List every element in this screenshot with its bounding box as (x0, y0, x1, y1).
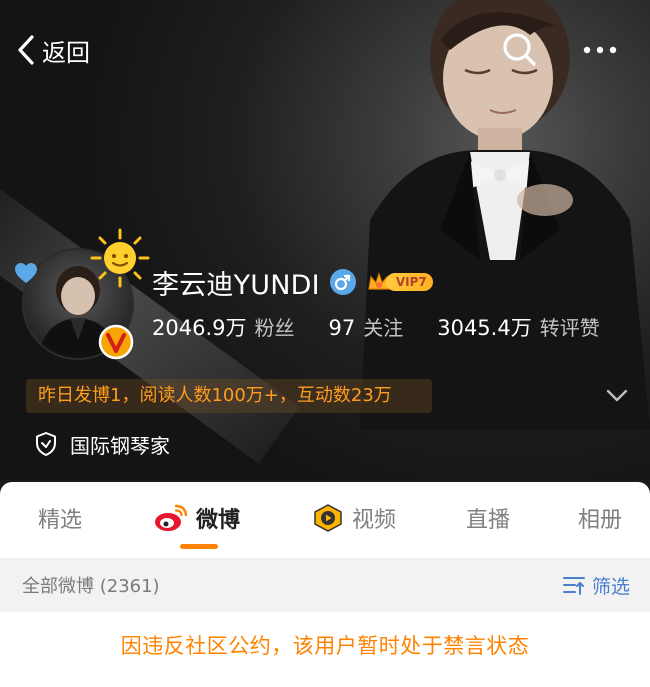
tab-video-label: 视频 (352, 508, 397, 533)
filter-icon (562, 577, 585, 595)
activity-summary: 昨日发博1，阅读人数100万+，互动数23万 (26, 379, 432, 413)
feed-count: 全部微博 (2361) (22, 576, 160, 597)
sun-badge-icon (90, 228, 150, 288)
ban-notice-panel: 因违反社区公约，该用户暂时处于禁言状态 (0, 612, 650, 687)
back-button[interactable]: 返回 (16, 28, 90, 72)
active-tab-indicator (180, 544, 218, 549)
stat-fans[interactable]: 2046.9万 粉丝 (152, 312, 294, 342)
video-play-icon (314, 504, 342, 532)
vip-level-label: VIP7 (385, 273, 433, 291)
tab-album-label: 相册 (578, 508, 623, 533)
profile-name: 李云迪YUNDI (152, 269, 320, 301)
tab-featured-label: 精选 (38, 508, 83, 533)
male-gender-icon (329, 269, 356, 295)
tab-live[interactable]: 直播 (466, 498, 510, 538)
chevron-left-icon (18, 35, 34, 65)
stat-following[interactable]: 97 关注 (328, 312, 403, 341)
filter-label: 筛选 (591, 575, 630, 598)
tab-weibo-label: 微博 (196, 508, 241, 533)
tab-featured[interactable]: 精选 (38, 498, 82, 538)
filter-button[interactable]: 筛选 (562, 570, 630, 600)
shield-check-icon (36, 432, 56, 456)
stat-interactions[interactable]: 3045.4万 转评赞 (437, 312, 599, 342)
vip-badge[interactable]: VIP7 (366, 269, 433, 295)
blue-heart-icon (15, 263, 37, 283)
verified-v-icon (98, 324, 134, 360)
certification-row: 国际钢琴家 (34, 428, 170, 460)
stat-interactions-value: 3045.4万 (437, 316, 532, 340)
back-label: 返回 (42, 38, 90, 67)
tab-weibo[interactable]: 微博 (154, 498, 240, 538)
tab-live-label: 直播 (466, 508, 511, 533)
tab-video[interactable]: 视频 (312, 498, 396, 538)
chevron-down-icon[interactable] (600, 380, 634, 410)
stat-following-value: 97 (328, 316, 356, 340)
stat-following-label: 关注 (363, 316, 404, 340)
tab-album[interactable]: 相册 (578, 498, 622, 538)
profile-stats: 2046.9万 粉丝 97 关注 3045.4万 转评赞 (152, 312, 634, 348)
top-bar: 返回 (0, 0, 650, 100)
search-icon[interactable] (500, 30, 540, 70)
feed-header: 全部微博 (2361) 筛选 (0, 558, 650, 612)
weibo-logo-icon (155, 504, 188, 531)
certification-label: 国际钢琴家 (70, 433, 170, 458)
profile-tabs: 精选 微博 视频 直播 相册 (0, 482, 650, 558)
stat-interactions-label: 转评赞 (539, 316, 600, 340)
more-dots-icon[interactable] (580, 30, 620, 70)
stat-fans-label: 粉丝 (254, 316, 295, 340)
ban-notice: 因违反社区公约，该用户暂时处于禁言状态 (120, 634, 530, 658)
profile-name-row: 李云迪YUNDI VIP7 (152, 262, 433, 302)
stat-fans-value: 2046.9万 (152, 316, 247, 340)
